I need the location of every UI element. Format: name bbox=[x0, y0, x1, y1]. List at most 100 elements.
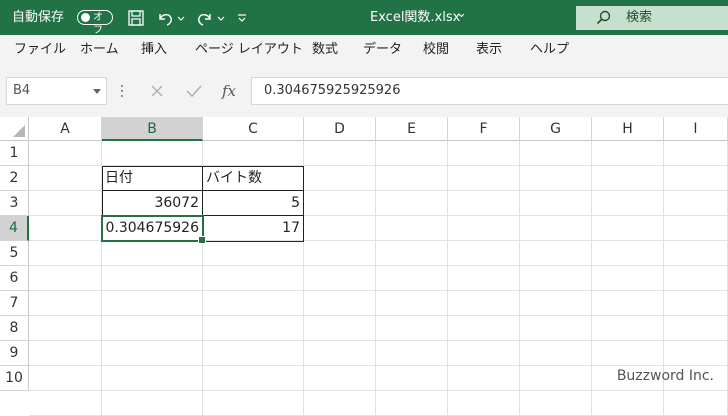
file-name[interactable]: Excel関数.xlsx bbox=[370, 0, 460, 35]
autosave-toggle[interactable]: オフ bbox=[77, 10, 113, 36]
grid-cell[interactable] bbox=[448, 341, 520, 366]
grid-cell[interactable] bbox=[520, 366, 592, 391]
grid-cell[interactable] bbox=[376, 266, 448, 291]
grid-cell[interactable] bbox=[376, 166, 448, 191]
row-header-10[interactable]: 10 bbox=[0, 366, 29, 391]
grid-cell[interactable] bbox=[29, 291, 102, 316]
formula-input[interactable]: 0.304675925925926 bbox=[251, 77, 728, 105]
grid-cell[interactable] bbox=[203, 241, 304, 266]
grid-cell[interactable] bbox=[664, 241, 728, 266]
cell-b3[interactable]: 36072 bbox=[102, 191, 203, 216]
grid-cell[interactable] bbox=[102, 391, 203, 416]
save-icon[interactable] bbox=[127, 8, 145, 28]
grid-cell[interactable] bbox=[592, 191, 664, 216]
insert-function-icon[interactable]: fx bbox=[222, 77, 236, 105]
row-header-3[interactable]: 3 bbox=[0, 191, 29, 216]
cell-b4[interactable]: 0.304675926 bbox=[102, 216, 203, 241]
cell-c4[interactable]: 17 bbox=[203, 216, 304, 241]
grid-cell[interactable] bbox=[29, 216, 102, 241]
column-header-h[interactable]: H bbox=[592, 117, 664, 141]
grid-cell[interactable] bbox=[592, 341, 664, 366]
grid-cell[interactable] bbox=[520, 191, 592, 216]
name-box[interactable]: B4 bbox=[6, 77, 107, 105]
grid-cell[interactable] bbox=[102, 341, 203, 366]
column-header-c[interactable]: C bbox=[203, 117, 304, 141]
grid-cell[interactable] bbox=[203, 266, 304, 291]
grid-cell[interactable] bbox=[520, 141, 592, 166]
column-header-e[interactable]: E bbox=[376, 117, 448, 141]
grid-cell[interactable] bbox=[376, 191, 448, 216]
tab-file[interactable]: ファイル bbox=[14, 35, 66, 65]
grid-cell[interactable] bbox=[203, 316, 304, 341]
grid-cell[interactable] bbox=[448, 266, 520, 291]
grid-cell[interactable] bbox=[520, 341, 592, 366]
column-header-b[interactable]: B bbox=[102, 117, 203, 141]
grid-cell[interactable] bbox=[304, 316, 376, 341]
grid-cell[interactable] bbox=[304, 391, 376, 416]
grid-cell[interactable] bbox=[102, 291, 203, 316]
grid-cell[interactable] bbox=[448, 241, 520, 266]
grid-cell[interactable] bbox=[376, 391, 448, 416]
grid-cell[interactable] bbox=[448, 141, 520, 166]
file-menu-chevron-icon[interactable]: ⌄ bbox=[456, 0, 467, 31]
column-header-d[interactable]: D bbox=[304, 117, 376, 141]
grid-cell[interactable] bbox=[29, 191, 102, 216]
grid-cell[interactable] bbox=[592, 391, 664, 416]
grid-cell[interactable] bbox=[592, 166, 664, 191]
grid-cell[interactable] bbox=[664, 216, 728, 241]
grid-cell[interactable] bbox=[448, 191, 520, 216]
column-header-f[interactable]: F bbox=[448, 117, 520, 141]
grid-cell[interactable] bbox=[376, 141, 448, 166]
undo-icon[interactable] bbox=[156, 8, 174, 28]
redo-dropdown-icon[interactable] bbox=[216, 8, 226, 28]
grid-cell[interactable] bbox=[592, 216, 664, 241]
cell-c3[interactable]: 5 bbox=[203, 191, 304, 216]
grid-cell[interactable] bbox=[448, 366, 520, 391]
grid-cell[interactable] bbox=[592, 291, 664, 316]
cell-b2[interactable]: 日付 bbox=[102, 166, 203, 191]
grid-cell[interactable] bbox=[102, 141, 203, 166]
grid-cell[interactable] bbox=[304, 191, 376, 216]
undo-dropdown-icon[interactable] bbox=[176, 8, 186, 28]
row-header-5[interactable]: 5 bbox=[0, 241, 29, 266]
grid-cell[interactable] bbox=[664, 341, 728, 366]
column-header-g[interactable]: G bbox=[520, 117, 592, 141]
grid-cell[interactable] bbox=[304, 141, 376, 166]
tab-review[interactable]: 校閲 bbox=[423, 35, 449, 65]
grid-cell[interactable] bbox=[664, 191, 728, 216]
select-all-corner[interactable] bbox=[0, 117, 29, 141]
grid-cell[interactable] bbox=[592, 141, 664, 166]
name-box-dropdown-icon[interactable] bbox=[93, 89, 101, 94]
grid-cell[interactable] bbox=[520, 291, 592, 316]
grid-cell[interactable] bbox=[29, 241, 102, 266]
tab-data[interactable]: データ bbox=[363, 35, 402, 65]
grid-cell[interactable] bbox=[102, 241, 203, 266]
search-box[interactable]: 検索 bbox=[576, 6, 728, 30]
grid-cell[interactable] bbox=[664, 266, 728, 291]
grid-cell[interactable] bbox=[664, 391, 728, 416]
tab-view[interactable]: 表示 bbox=[476, 35, 502, 65]
grid-cell[interactable] bbox=[29, 341, 102, 366]
grid-cell[interactable] bbox=[520, 316, 592, 341]
grid-cell[interactable] bbox=[520, 391, 592, 416]
grid-cell[interactable] bbox=[664, 141, 728, 166]
grid-cell[interactable] bbox=[29, 141, 102, 166]
grid-cell[interactable] bbox=[520, 216, 592, 241]
more-options-icon[interactable] bbox=[119, 83, 125, 99]
grid-cell[interactable] bbox=[304, 341, 376, 366]
row-header-7[interactable]: 7 bbox=[0, 291, 29, 316]
grid-cell[interactable] bbox=[29, 391, 102, 416]
row-header-4[interactable]: 4 bbox=[0, 216, 29, 241]
grid-cell[interactable] bbox=[520, 241, 592, 266]
grid-cell[interactable] bbox=[664, 291, 728, 316]
grid-cell[interactable] bbox=[304, 291, 376, 316]
grid-cell[interactable] bbox=[203, 291, 304, 316]
grid-cell[interactable] bbox=[448, 391, 520, 416]
grid-cell[interactable] bbox=[376, 316, 448, 341]
grid-cell[interactable] bbox=[29, 316, 102, 341]
column-header-a[interactable]: A bbox=[29, 117, 102, 141]
grid-cell[interactable] bbox=[448, 166, 520, 191]
tab-help[interactable]: ヘルプ bbox=[530, 35, 569, 65]
grid-cell[interactable] bbox=[304, 366, 376, 391]
row-header-2[interactable]: 2 bbox=[0, 166, 29, 191]
